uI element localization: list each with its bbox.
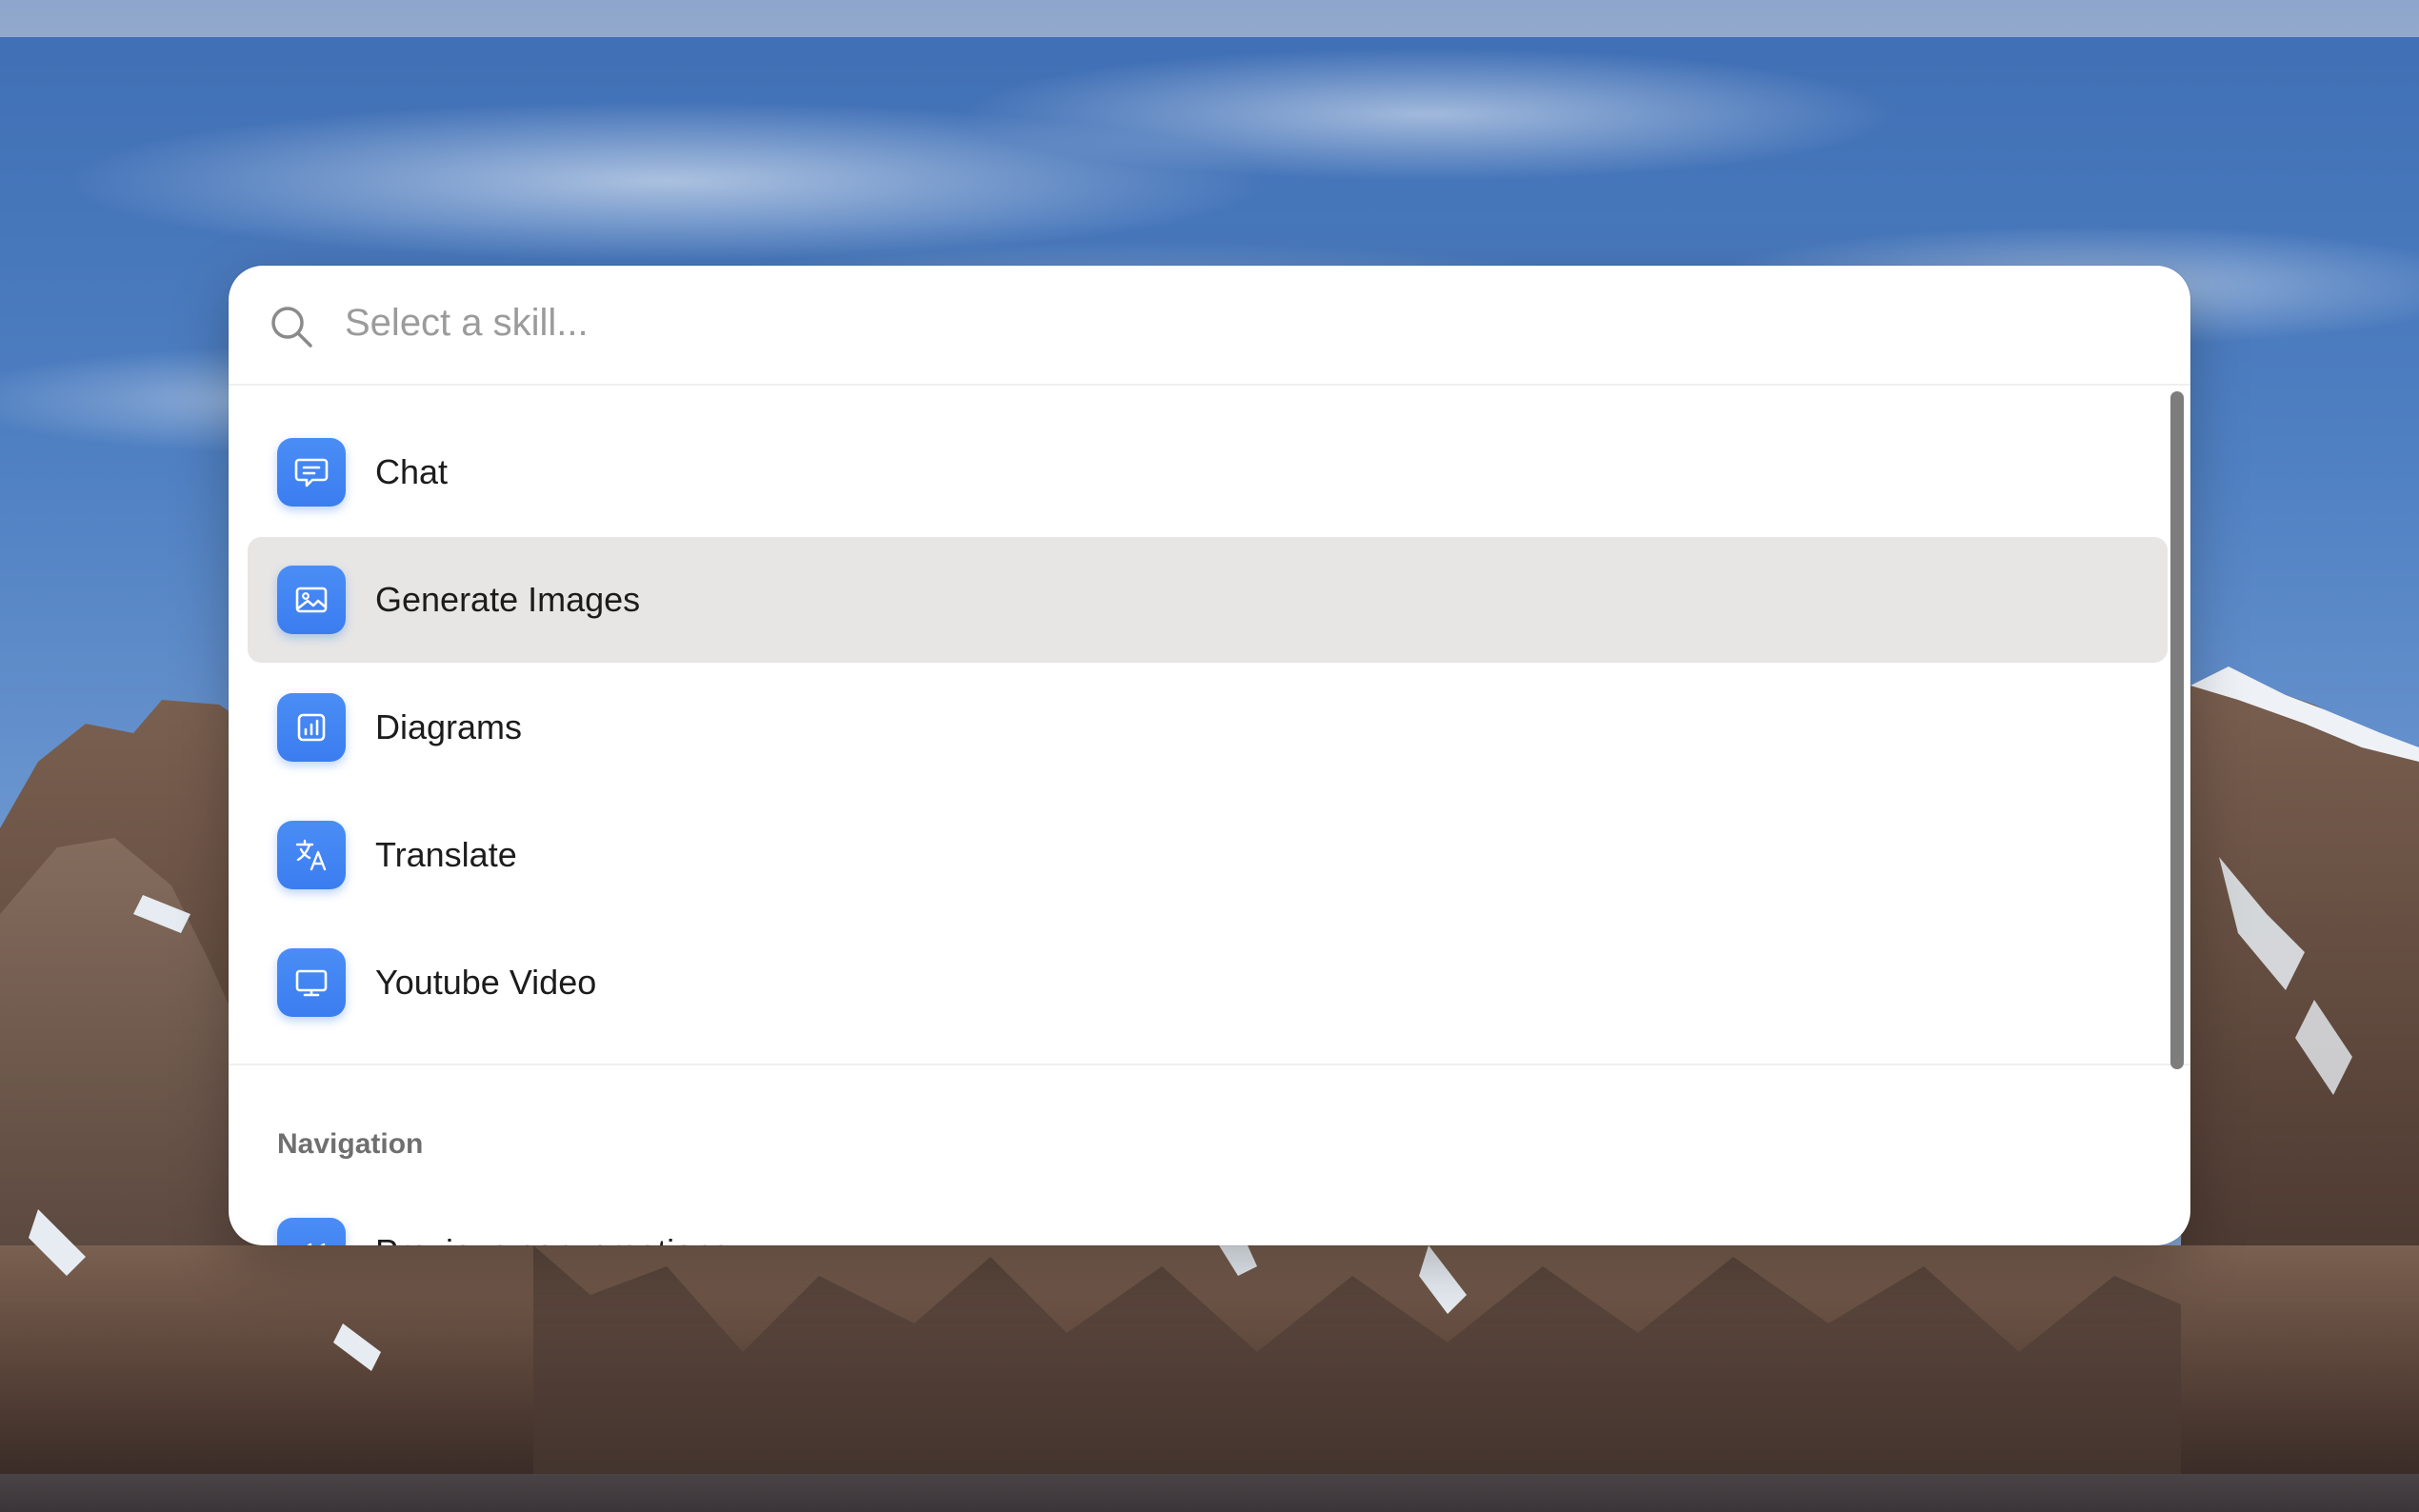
skill-item-youtube-video[interactable]: Youtube Video: [248, 920, 2168, 1045]
desktop-background: Chat Generate Images: [0, 0, 2419, 1512]
list-scrollbar[interactable]: [2166, 386, 2187, 1245]
skill-launcher-panel: Chat Generate Images: [229, 266, 2190, 1245]
search-bar: [229, 266, 2190, 386]
nav-item-previous-conversations[interactable]: Previous conversations: [248, 1189, 2168, 1245]
scrollbar-thumb[interactable]: [2170, 391, 2184, 1069]
section-divider: [229, 1064, 2190, 1065]
dock-bar: [0, 1474, 2419, 1512]
rewind-icon: [277, 1218, 346, 1245]
skill-item-generate-images[interactable]: Generate Images: [248, 537, 2168, 663]
skill-label: Diagrams: [375, 707, 523, 746]
search-icon: [271, 307, 312, 348]
image-icon: [277, 566, 346, 634]
skill-label: Chat: [375, 452, 449, 491]
translate-icon: [277, 821, 346, 889]
skill-item-translate[interactable]: Translate: [248, 792, 2168, 918]
skill-search-input[interactable]: [345, 292, 2116, 353]
skill-label: Translate: [375, 835, 517, 874]
chat-bubble-icon: [277, 438, 346, 507]
bar-chart-icon: [277, 693, 346, 762]
nav-item-label: Previous conversations: [375, 1189, 730, 1245]
skill-item-diagrams[interactable]: Diagrams: [248, 665, 2168, 790]
section-title-navigation: Navigation: [277, 1128, 424, 1160]
skill-label: Generate Images: [375, 580, 641, 619]
skill-label: Youtube Video: [375, 963, 597, 1002]
skill-list: Chat Generate Images Diagrams Translate …: [229, 386, 2190, 1245]
monitor-icon: [277, 948, 346, 1017]
skill-item-chat[interactable]: Chat: [248, 409, 2168, 535]
